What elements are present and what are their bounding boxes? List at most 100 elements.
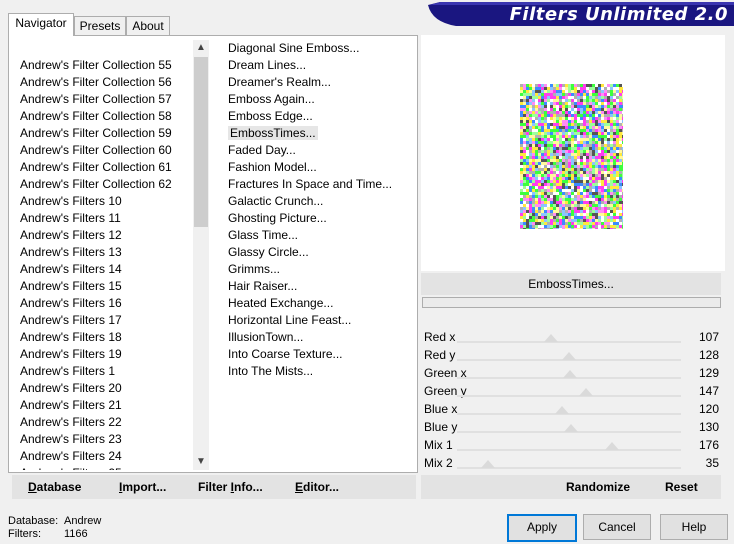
slider-row: Red x 107 (421, 328, 721, 346)
filter-item[interactable]: EmbossTimes... (220, 125, 410, 142)
filter-item-label: Ghosting Picture... (228, 211, 327, 225)
filters-count: 1166 (64, 528, 88, 540)
filter-item[interactable]: Horizontal Line Feast... (220, 312, 410, 329)
category-item[interactable]: Andrew's Filters 22 (12, 414, 192, 431)
category-item[interactable]: Andrew's Filter Collection 61 (12, 159, 192, 176)
tab-presets[interactable]: Presets (74, 16, 126, 35)
filter-item[interactable]: IllusionTown... (220, 329, 410, 346)
slider-track[interactable] (457, 460, 681, 469)
preview-image (520, 84, 625, 231)
category-item[interactable]: Andrew's Filters 15 (12, 278, 192, 295)
filter-item-label: Fractures In Space and Time... (228, 177, 393, 191)
filter-item[interactable]: Glassy Circle... (220, 244, 410, 261)
filter-item[interactable]: Dream Lines... (220, 57, 410, 74)
editor-button[interactable]: Editor... (295, 480, 339, 494)
slider-value: 147 (698, 384, 719, 398)
slider-thumb[interactable] (563, 370, 578, 378)
category-item[interactable]: Andrew's Filters 14 (12, 261, 192, 278)
category-item[interactable]: Andrew's Filters 24 (12, 448, 192, 465)
filter-item[interactable]: Dreamer's Realm... (220, 74, 410, 91)
slider-value: 129 (698, 366, 719, 380)
filter-item-label: EmbossTimes... (228, 126, 318, 140)
category-item[interactable]: Andrew's Filters 23 (12, 431, 192, 448)
category-item[interactable]: Andrew's Filters 19 (12, 346, 192, 363)
slider-label: Blue x (424, 402, 458, 416)
slider-track[interactable] (457, 370, 681, 379)
category-item[interactable]: Andrew's Filter Collection 59 (12, 125, 192, 142)
category-item[interactable]: Andrew's Filters 11 (12, 210, 192, 227)
help-button[interactable]: Help (660, 514, 728, 540)
filter-item-label: Into Coarse Texture... (228, 347, 343, 361)
database-label: Database: (8, 515, 59, 527)
category-item[interactable]: Andrew's Filters 13 (12, 244, 192, 261)
category-item[interactable]: Andrew's Filters 20 (12, 380, 192, 397)
category-item[interactable]: Andrew's Filter Collection 60 (12, 142, 192, 159)
category-item[interactable]: Andrew's Filter Collection 62 (12, 176, 192, 193)
slider-track[interactable] (457, 388, 681, 397)
filter-item[interactable]: Into The Mists... (220, 363, 410, 380)
filter-item[interactable]: Hair Raiser... (220, 278, 410, 295)
filter-item[interactable]: Fractures In Space and Time... (220, 176, 410, 193)
filter-item[interactable]: Emboss Again... (220, 91, 410, 108)
scroll-down-icon[interactable]: ▼ (193, 454, 209, 470)
filter-info-button[interactable]: Filter Info... (198, 480, 263, 494)
filter-item-label: Grimms... (228, 262, 280, 276)
category-item[interactable]: Andrew's Filters 25 (12, 465, 192, 470)
slider-row: Blue x 120 (421, 400, 721, 418)
category-item[interactable]: Andrew's Filters 16 (12, 295, 192, 312)
filter-item[interactable]: Galactic Crunch... (220, 193, 410, 210)
filter-item-label: Faded Day... (228, 143, 296, 157)
filter-item[interactable]: Grimms... (220, 261, 410, 278)
filter-item[interactable]: Emboss Edge... (220, 108, 410, 125)
slider-value: 128 (698, 348, 719, 362)
apply-button[interactable]: Apply (507, 514, 577, 542)
slider-value: 176 (698, 438, 719, 452)
slider-thumb[interactable] (579, 388, 594, 396)
category-item[interactable]: Andrew's Filter Collection 56 (12, 74, 192, 91)
filter-list[interactable]: Diagonal Sine Emboss... Dream Lines... Dre… (220, 40, 410, 470)
slider-track[interactable] (457, 406, 681, 415)
category-item[interactable]: Andrew's Filters 17 (12, 312, 192, 329)
category-item[interactable]: Andrew's Filter Collection 58 (12, 108, 192, 125)
tab-navigator[interactable]: Navigator (8, 13, 74, 36)
slider-thumb[interactable] (604, 442, 619, 450)
tab-about[interactable]: About (126, 16, 170, 35)
slider-label: Red y (424, 348, 456, 362)
category-item[interactable]: Andrew's Filters 18 (12, 329, 192, 346)
category-item[interactable]: Andrew's Filters 12 (12, 227, 192, 244)
category-item[interactable]: Andrew's Filters 21 (12, 397, 192, 414)
slider-thumb[interactable] (555, 406, 570, 414)
category-item[interactable]: Andrew's Filters 1 (12, 363, 192, 380)
filter-item[interactable]: Heated Exchange... (220, 295, 410, 312)
slider-thumb[interactable] (564, 424, 579, 432)
filter-item[interactable]: Diagonal Sine Emboss... (220, 40, 410, 57)
scroll-thumb[interactable] (194, 57, 208, 227)
category-list[interactable]: Andrew's Filter Collection 55 Andrew's Fi… (12, 40, 192, 470)
filter-item[interactable]: Faded Day... (220, 142, 410, 159)
database-button[interactable]: Database (28, 480, 81, 494)
slider-thumb[interactable] (543, 334, 558, 342)
slider-track[interactable] (457, 334, 681, 343)
reset-button[interactable]: Reset (665, 480, 698, 494)
slider-label: Red x (424, 330, 456, 344)
slider-track[interactable] (457, 442, 681, 451)
slider-track[interactable] (457, 424, 681, 433)
parameter-sliders: Red x 107 Red y 128 Green x 129 Green y 147 Blue… (421, 328, 721, 472)
slider-thumb[interactable] (480, 460, 495, 468)
filter-item[interactable]: Glass Time... (220, 227, 410, 244)
category-item[interactable]: Andrew's Filter Collection 55 (12, 57, 192, 74)
category-scrollbar[interactable]: ▲ ▼ (193, 40, 209, 470)
randomize-button[interactable]: Randomize (566, 480, 630, 494)
category-item[interactable]: Andrew's Filter Collection 57 (12, 91, 192, 108)
category-item[interactable]: Andrew's Filters 10 (12, 193, 192, 210)
filter-item[interactable]: Into Coarse Texture... (220, 346, 410, 363)
cancel-button[interactable]: Cancel (583, 514, 651, 540)
slider-track[interactable] (457, 352, 681, 361)
filter-item[interactable]: Ghosting Picture... (220, 210, 410, 227)
slider-thumb[interactable] (562, 352, 577, 360)
scroll-up-icon[interactable]: ▲ (193, 40, 209, 56)
import-button[interactable]: Import... (119, 480, 166, 494)
filter-item[interactable]: Fashion Model... (220, 159, 410, 176)
slider-row: Mix 1 176 (421, 436, 721, 454)
progress-bar (422, 297, 721, 308)
